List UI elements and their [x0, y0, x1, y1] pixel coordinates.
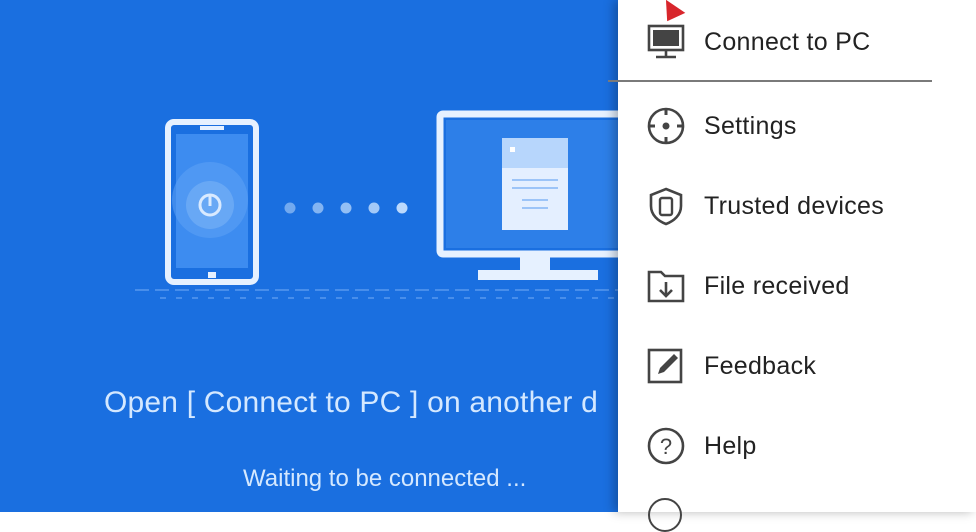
floor-lines — [135, 289, 622, 299]
menu-item-feedback[interactable]: Feedback — [618, 334, 976, 398]
menu-item-label: Settings — [704, 111, 797, 140]
connection-dots — [284, 202, 408, 214]
menu-item-label: Trusted devices — [704, 191, 885, 220]
overflow-menu: Connect to PC Settings Trusted devices F… — [608, 0, 976, 532]
pc-monitor-illustration — [436, 110, 622, 280]
settings-icon — [644, 104, 688, 148]
monitor-icon — [644, 20, 688, 64]
menu-item-help[interactable]: ? Help — [618, 414, 976, 478]
help-icon: ? — [644, 424, 688, 468]
waiting-status: Waiting to be connected ... — [243, 465, 527, 492]
menu-item-settings[interactable]: Settings — [618, 94, 976, 158]
menu-item-trusted-devices[interactable]: Trusted devices — [618, 174, 976, 238]
svg-text:?: ? — [660, 434, 672, 459]
menu-item-label: Connect to PC — [704, 27, 871, 56]
phone-icon — [165, 119, 259, 285]
feedback-icon — [644, 344, 688, 388]
instruction-text: Open [ Connect to PC ] on another d — [104, 386, 598, 419]
partial-menu-icon — [648, 498, 682, 532]
connection-panel: Open [ Connect to PC ] on another d Wait… — [0, 0, 622, 512]
menu-item-label: Feedback — [704, 351, 817, 380]
menu-divider — [608, 80, 932, 82]
menu-item-label: File received — [704, 271, 850, 300]
folder-download-icon — [644, 264, 688, 308]
menu-item-file-received[interactable]: File received — [618, 254, 976, 318]
menu-item-connect-to-pc[interactable]: Connect to PC — [618, 10, 976, 74]
menu-item-label: Help — [704, 431, 757, 460]
connection-illustration — [135, 110, 622, 299]
shield-icon — [644, 184, 688, 228]
